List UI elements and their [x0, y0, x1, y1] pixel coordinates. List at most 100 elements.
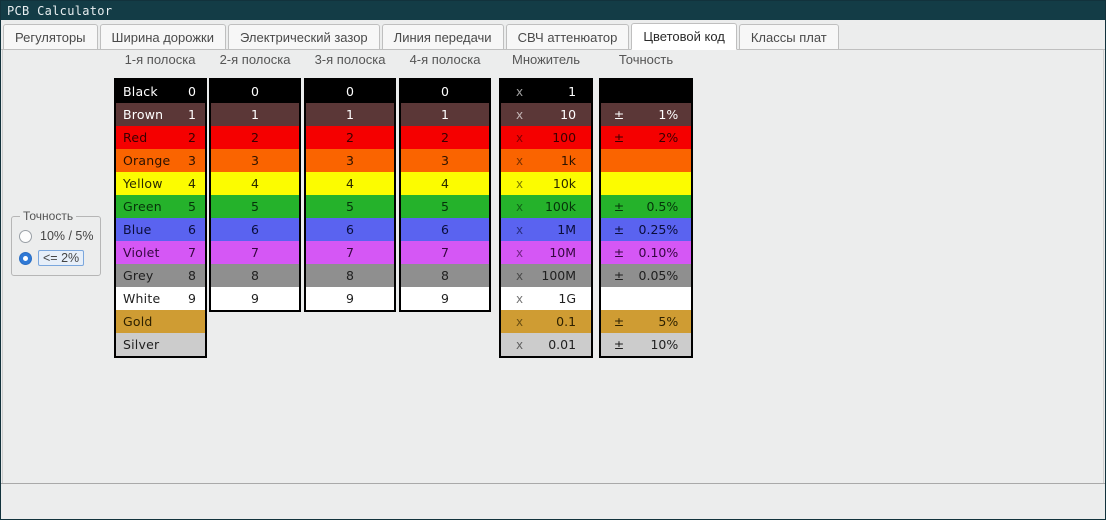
band1-row-brown[interactable]: Brown1 [116, 103, 205, 126]
color-digit: 1 [441, 107, 449, 122]
multiplier-row-blue[interactable]: x1M [501, 218, 591, 241]
tolerance-row-blue[interactable]: ±0.25% [601, 218, 691, 241]
color-digit: 2 [346, 130, 354, 145]
tolerance-row-red[interactable]: ±2% [601, 126, 691, 149]
app-window: PCB Calculator РегуляторыШирина дорожкиЭ… [0, 0, 1106, 520]
tab-3[interactable]: Линия передачи [382, 24, 504, 50]
color-digit: 1 [251, 107, 259, 122]
multiplier-row-violet[interactable]: x10M [501, 241, 591, 264]
band4-row-red[interactable]: 2 [401, 126, 489, 149]
band4-row-yellow[interactable]: 4 [401, 172, 489, 195]
band3-row-green[interactable]: 5 [306, 195, 394, 218]
tolerance-row-violet[interactable]: ±0.10% [601, 241, 691, 264]
band1-row-blue[interactable]: Blue6 [116, 218, 205, 241]
color-digit: 7 [188, 245, 196, 260]
band3-row-red[interactable]: 2 [306, 126, 394, 149]
multiplier-row-brown[interactable]: x10 [501, 103, 591, 126]
multiplier-row-black[interactable]: x1 [501, 80, 591, 103]
tolerance-row-yellow[interactable] [601, 172, 691, 195]
tolerance-row-brown[interactable]: ±1% [601, 103, 691, 126]
band2-row-grey[interactable]: 8 [211, 264, 299, 287]
band1-row-yellow[interactable]: Yellow4 [116, 172, 205, 195]
column-header-2: 3-я полоска [304, 52, 396, 67]
multiplier-row-yellow[interactable]: x10k [501, 172, 591, 195]
tolerance-row-silver[interactable]: ±10% [601, 333, 691, 356]
band1-row-grey[interactable]: Grey8 [116, 264, 205, 287]
band2-row-blue[interactable]: 6 [211, 218, 299, 241]
multiplier-row-green[interactable]: x100k [501, 195, 591, 218]
band1-row-white[interactable]: White 9 [116, 287, 205, 310]
color-digit: 9 [188, 291, 196, 306]
multiplier-row-red[interactable]: x100 [501, 126, 591, 149]
band3-row-orange[interactable]: 3 [306, 149, 394, 172]
band2-row-brown[interactable]: 1 [211, 103, 299, 126]
band1-row-red[interactable]: Red2 [116, 126, 205, 149]
radio-unselected-icon[interactable] [19, 230, 32, 243]
tab-0[interactable]: Регуляторы [3, 24, 98, 50]
color-digit: 9 [251, 291, 259, 306]
color-digit: 0 [251, 84, 259, 99]
color-name: White [123, 291, 160, 306]
tab-1[interactable]: Ширина дорожки [100, 24, 226, 50]
tolerance-row-green[interactable]: ±0.5% [601, 195, 691, 218]
color-digit: 4 [441, 176, 449, 191]
band3-row-brown[interactable]: 1 [306, 103, 394, 126]
tolerance-row-grey[interactable]: ±0.05% [601, 264, 691, 287]
multiplier-row-white[interactable]: x1G [501, 287, 591, 310]
tolerance-value: 1% [632, 107, 678, 122]
multiplier-row-silver[interactable]: x0.01 [501, 333, 591, 356]
band2-row-violet[interactable]: 7 [211, 241, 299, 264]
tolerance-value: 0.10% [632, 245, 678, 260]
band1-row-silver[interactable]: Silver [116, 333, 205, 356]
band3-row-black[interactable]: 0 [306, 80, 394, 103]
band1-row-green[interactable]: Green5 [116, 195, 205, 218]
band4-row-white[interactable]: 9 [401, 287, 489, 310]
band4-row-brown[interactable]: 1 [401, 103, 489, 126]
band2-row-yellow[interactable]: 4 [211, 172, 299, 195]
multiplier-row-gold[interactable]: x0.1 [501, 310, 591, 333]
tolerance-row-gold[interactable]: ±5% [601, 310, 691, 333]
tolerance-row-orange[interactable] [601, 149, 691, 172]
band4-row-grey[interactable]: 8 [401, 264, 489, 287]
band1-row-violet[interactable]: Violet 7 [116, 241, 205, 264]
band3-row-blue[interactable]: 6 [306, 218, 394, 241]
multiplier-prefix: x [516, 269, 523, 283]
multiplier-row-orange[interactable]: x1k [501, 149, 591, 172]
multiplier-value: 10 [530, 107, 576, 122]
band2-row-green[interactable]: 5 [211, 195, 299, 218]
tab-4[interactable]: СВЧ аттенюатор [506, 24, 630, 50]
band3-row-violet[interactable]: 7 [306, 241, 394, 264]
band1-row-orange[interactable]: Orange3 [116, 149, 205, 172]
band2-row-white[interactable]: 9 [211, 287, 299, 310]
multiplier-value: 0.1 [530, 314, 576, 329]
radio-selected-icon[interactable] [19, 252, 32, 265]
band2-row-red[interactable]: 2 [211, 126, 299, 149]
tolerance-row-white[interactable] [601, 287, 691, 310]
band2-row-orange[interactable]: 3 [211, 149, 299, 172]
band3-row-grey[interactable]: 8 [306, 264, 394, 287]
band1-row-black[interactable]: Black0 [116, 80, 205, 103]
tab-5[interactable]: Цветовой код [631, 23, 736, 50]
multiplier-value: 1 [530, 84, 576, 99]
color-name: Violet [123, 245, 160, 260]
multiplier-prefix: x [516, 338, 523, 352]
band1-row-gold[interactable]: Gold [116, 310, 205, 333]
precision-option-1[interactable]: <= 2% [12, 247, 100, 269]
multiplier-row-grey[interactable]: x100M [501, 264, 591, 287]
tab-6[interactable]: Классы плат [739, 24, 839, 50]
column-tolerance: ±1%±2%±0.5%±0.25%±0.10%±0.05%±5%±10% [599, 78, 693, 358]
precision-option-0[interactable]: 10% / 5% [12, 225, 100, 247]
tab-2[interactable]: Электрический зазор [228, 24, 380, 50]
tolerance-prefix: ± [614, 130, 624, 145]
band3-row-yellow[interactable]: 4 [306, 172, 394, 195]
color-digit: 8 [346, 268, 354, 283]
tolerance-row-black[interactable] [601, 80, 691, 103]
band4-row-orange[interactable]: 3 [401, 149, 489, 172]
band4-row-violet[interactable]: 7 [401, 241, 489, 264]
band3-row-white[interactable]: 9 [306, 287, 394, 310]
band4-row-blue[interactable]: 6 [401, 218, 489, 241]
band4-row-black[interactable]: 0 [401, 80, 489, 103]
band4-row-green[interactable]: 5 [401, 195, 489, 218]
tolerance-value: 10% [632, 337, 678, 352]
band2-row-black[interactable]: 0 [211, 80, 299, 103]
